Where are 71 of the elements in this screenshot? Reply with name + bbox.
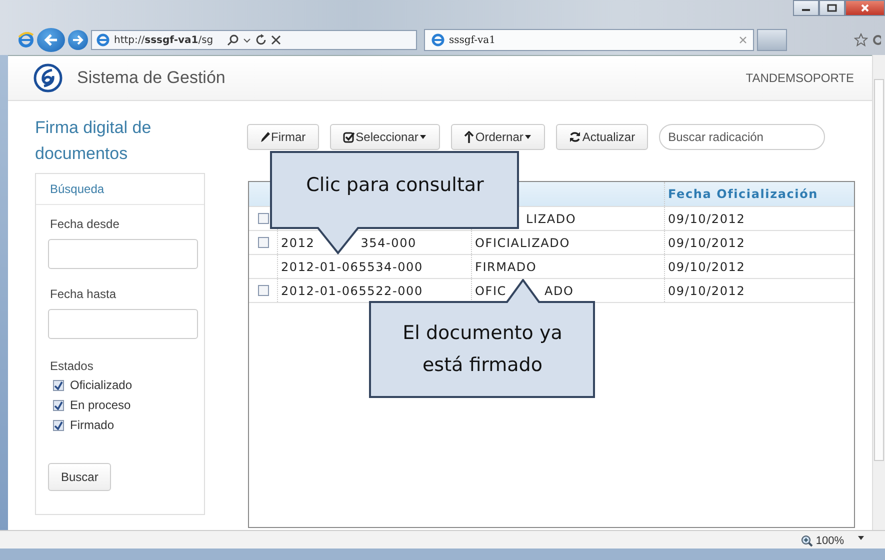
row-checkbox[interactable] xyxy=(258,237,268,248)
scrollbar[interactable] xyxy=(872,55,885,530)
browser-icon xyxy=(431,33,445,47)
toolbar-button[interactable]: Actualizar xyxy=(556,124,648,150)
table-cell: 09/10/2012 xyxy=(668,284,746,298)
maximize-button[interactable] xyxy=(819,0,845,16)
arrow-left-icon xyxy=(43,33,59,47)
close-button[interactable] xyxy=(845,0,885,16)
table-cell: OFIC xyxy=(475,284,506,298)
table-cell: 2012-01-065522-000 xyxy=(281,284,423,298)
date-field[interactable] xyxy=(48,309,198,339)
callout-text: Clic para consultar xyxy=(305,173,485,198)
minimize-button[interactable] xyxy=(793,0,819,16)
field-label: Fecha desde xyxy=(50,217,120,231)
states-label: Estados xyxy=(50,359,94,373)
search-button[interactable]: Buscar xyxy=(48,463,112,491)
row-checkbox[interactable] xyxy=(258,213,268,224)
close-icon[interactable] xyxy=(271,35,282,45)
column-header[interactable]: Fecha Oficialización xyxy=(668,187,818,201)
zoom-icon[interactable] xyxy=(800,535,813,547)
field-label: Fecha hasta xyxy=(50,287,116,301)
table-cell: ADO xyxy=(544,284,574,298)
url-text: http://sssgf-va1/sg xyxy=(114,34,214,46)
checkbox-label: Oficializado xyxy=(70,378,132,392)
callout-text: El documento ya está firmado xyxy=(402,321,564,378)
maximize-icon xyxy=(827,4,837,12)
table-cell: 09/10/2012 xyxy=(668,236,746,250)
caret-icon[interactable] xyxy=(857,535,865,541)
address-bar[interactable]: http://sssgf-va1/sg xyxy=(91,30,417,50)
toolbar-button[interactable]: Ordernar xyxy=(451,124,546,150)
arrow-up-icon xyxy=(464,131,474,143)
checkbox-label: En proceso xyxy=(70,398,131,412)
close-icon xyxy=(860,4,870,12)
check-square-icon xyxy=(342,131,355,143)
search-icon[interactable] xyxy=(227,34,240,46)
table-cell: FIRMADO xyxy=(475,260,537,274)
table-cell: OFICIALIZADO xyxy=(475,236,570,250)
browser-icon[interactable] xyxy=(18,32,34,48)
refresh-icon xyxy=(569,131,582,143)
table-cell: 09/10/2012 xyxy=(668,260,746,274)
checkbox[interactable] xyxy=(53,380,64,390)
panel-title: Búsqueda xyxy=(36,174,204,205)
page-title: Firma digital de documentos xyxy=(35,117,152,165)
settings-icon[interactable] xyxy=(871,33,881,47)
tab-title: sssgf-va1 xyxy=(449,34,496,46)
table-cell: 2012-01-065534-000 xyxy=(281,260,423,274)
checkbox[interactable] xyxy=(53,400,64,410)
arrow-right-icon xyxy=(72,35,84,45)
table-cell: 354-000 xyxy=(360,236,416,250)
toolbar-button[interactable]: Firmar xyxy=(247,124,319,150)
browser-icon xyxy=(96,33,110,47)
table-cell: 09/10/2012 xyxy=(668,212,746,226)
table-row[interactable]: 2012-01-065534-000 FIRMADO 09/10/2012 xyxy=(249,255,854,279)
table-cell: LIZADO xyxy=(526,212,576,226)
row-checkbox[interactable] xyxy=(258,285,268,296)
toolbar-button[interactable]: Seleccionar xyxy=(330,124,440,150)
user-name[interactable]: TANDEMSOPORTE xyxy=(746,71,854,85)
back-button[interactable] xyxy=(37,28,65,52)
pencil-icon xyxy=(260,131,270,143)
app-title: Sistema de Gestión xyxy=(77,68,226,88)
logo-icon xyxy=(33,63,63,93)
date-field[interactable] xyxy=(48,239,198,269)
checkbox[interactable] xyxy=(53,420,64,430)
forward-button[interactable] xyxy=(68,30,88,50)
refresh-icon[interactable] xyxy=(255,34,268,46)
search-field[interactable]: Buscar radicación xyxy=(659,124,826,150)
zoom-level[interactable]: 100% xyxy=(816,535,844,547)
star-icon[interactable] xyxy=(854,33,868,47)
table-cell: 2012 xyxy=(281,236,315,250)
checkbox-label: Firmado xyxy=(70,418,114,432)
browser-tab[interactable]: sssgf-va1 xyxy=(424,29,754,51)
